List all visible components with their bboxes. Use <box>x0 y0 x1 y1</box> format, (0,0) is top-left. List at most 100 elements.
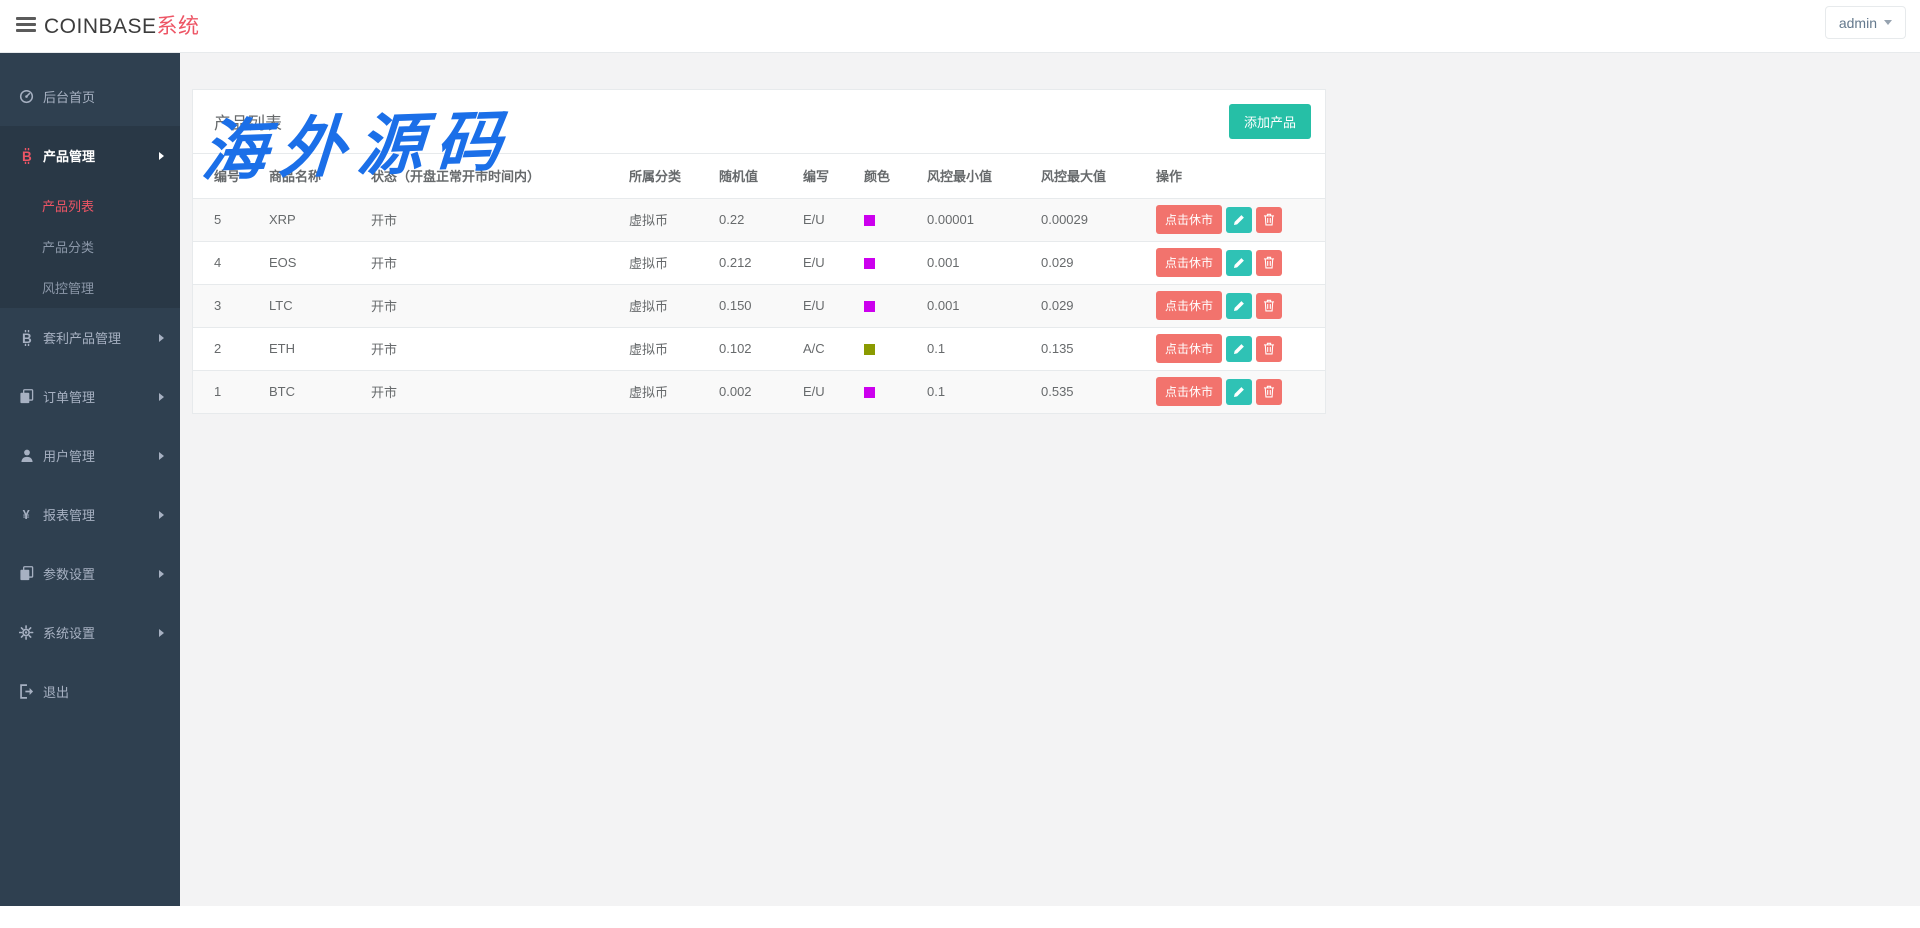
cell-min: 0.001 <box>919 241 1033 284</box>
user-name-label: admin <box>1839 15 1877 31</box>
cell-actions: 点击休市 <box>1148 370 1325 413</box>
edit-button[interactable] <box>1226 207 1252 233</box>
edit-button[interactable] <box>1226 250 1252 276</box>
cell-color <box>856 327 919 370</box>
cell-min: 0.1 <box>919 370 1033 413</box>
table-row: 1BTC开市虚拟币0.002E/U0.10.535点击休市 <box>193 370 1325 413</box>
chevron-right-icon <box>159 334 164 342</box>
table-row: 2ETH开市虚拟币0.102A/C0.10.135点击休市 <box>193 327 1325 370</box>
sidebar-subitem-risk-management[interactable]: 风控管理 <box>0 267 180 308</box>
color-swatch <box>864 344 875 355</box>
cell-name: LTC <box>261 284 363 327</box>
cell-id: 2 <box>193 327 261 370</box>
sidebar: 后台首页 B 产品管理产品列表产品分类风控管理B套利产品管理订单管理用户管理 ¥报表管… <box>0 53 180 906</box>
edit-button[interactable] <box>1226 379 1252 405</box>
toggle-market-button[interactable]: 点击休市 <box>1156 377 1222 406</box>
sidebar-item-system-settings[interactable]: 系统设置 <box>0 603 180 662</box>
menu-toggle-button[interactable] <box>16 17 38 35</box>
table-row: 5XRP开市虚拟币0.22E/U0.000010.00029点击休市 <box>193 198 1325 241</box>
cell-abbr: E/U <box>795 370 856 413</box>
sidebar-item-arbitrage-product-management[interactable]: B套利产品管理 <box>0 308 180 367</box>
cell-random: 0.002 <box>711 370 795 413</box>
toggle-market-button[interactable]: 点击休市 <box>1156 291 1222 320</box>
cell-max: 0.00029 <box>1033 198 1148 241</box>
chevron-right-icon <box>159 152 164 160</box>
cell-category: 虚拟币 <box>621 370 711 413</box>
column-header: 状态（开盘正常开市时间内） <box>363 154 621 198</box>
bitcoin-icon: B <box>18 148 35 164</box>
sidebar-item-product-management[interactable]: B 产品管理 <box>0 126 180 185</box>
user-dropdown[interactable]: admin <box>1825 6 1906 39</box>
bitcoin-icon: B <box>18 330 35 346</box>
column-header: 商品名称 <box>261 154 363 198</box>
sidebar-item-user-management[interactable]: 用户管理 <box>0 426 180 485</box>
trash-icon <box>1263 213 1275 226</box>
cell-status: 开市 <box>363 327 621 370</box>
sidebar-item-label: 产品管理 <box>43 146 159 165</box>
toggle-market-button[interactable]: 点击休市 <box>1156 205 1222 234</box>
brand-secondary: 系统 <box>157 15 200 38</box>
sidebar-section-product-management: B 产品管理产品列表产品分类风控管理 <box>0 126 180 308</box>
product-list-card: 产品列表 添加产品 编号商品名称状态（开盘正常开市时间内）所属分类随机值编写颜色… <box>192 89 1326 414</box>
user-icon <box>18 448 35 463</box>
pencil-icon <box>1233 386 1245 398</box>
column-header: 编号 <box>193 154 261 198</box>
sidebar-item-label: 退出 <box>43 682 164 701</box>
delete-button[interactable] <box>1256 207 1282 233</box>
sidebar-subitem-product-list[interactable]: 产品列表 <box>0 185 180 226</box>
cell-actions: 点击休市 <box>1148 198 1325 241</box>
add-product-button[interactable]: 添加产品 <box>1229 104 1311 139</box>
column-header: 操作 <box>1148 154 1325 198</box>
sidebar-item-parameter-settings[interactable]: 参数设置 <box>0 544 180 603</box>
cell-category: 虚拟币 <box>621 241 711 284</box>
cell-color <box>856 241 919 284</box>
cell-actions: 点击休市 <box>1148 241 1325 284</box>
cell-name: ETH <box>261 327 363 370</box>
cell-category: 虚拟币 <box>621 284 711 327</box>
cell-min: 0.001 <box>919 284 1033 327</box>
cell-id: 1 <box>193 370 261 413</box>
cell-min: 0.1 <box>919 327 1033 370</box>
edit-button[interactable] <box>1226 293 1252 319</box>
cell-status: 开市 <box>363 284 621 327</box>
color-swatch <box>864 387 875 398</box>
sidebar-item-logout[interactable]: 退出 <box>0 662 180 721</box>
column-header: 风控最小值 <box>919 154 1033 198</box>
toggle-market-button[interactable]: 点击休市 <box>1156 334 1222 363</box>
pencil-icon <box>1233 343 1245 355</box>
svg-text:¥: ¥ <box>22 508 29 522</box>
sidebar-item-order-management[interactable]: 订单管理 <box>0 367 180 426</box>
svg-text:B: B <box>22 149 32 164</box>
cell-status: 开市 <box>363 370 621 413</box>
main-content: 海外源码 产品列表 添加产品 编号商品名称状态（开盘正常开市时间内）所属分类随机… <box>180 53 1920 906</box>
chevron-right-icon <box>159 452 164 460</box>
cell-abbr: E/U <box>795 284 856 327</box>
color-swatch <box>864 301 875 312</box>
pencil-icon <box>1233 300 1245 312</box>
sidebar-subitem-product-category[interactable]: 产品分类 <box>0 226 180 267</box>
trash-icon <box>1263 256 1275 269</box>
sidebar-item-dashboard[interactable]: 后台首页 <box>0 67 180 126</box>
pencil-icon <box>1233 214 1245 226</box>
delete-button[interactable] <box>1256 336 1282 362</box>
delete-button[interactable] <box>1256 293 1282 319</box>
cell-id: 3 <box>193 284 261 327</box>
cell-abbr: E/U <box>795 198 856 241</box>
delete-button[interactable] <box>1256 379 1282 405</box>
table-body: 5XRP开市虚拟币0.22E/U0.000010.00029点击休市4EOS开市… <box>193 198 1325 413</box>
signout-icon <box>18 684 35 699</box>
cell-random: 0.212 <box>711 241 795 284</box>
chevron-right-icon <box>159 629 164 637</box>
toggle-market-button[interactable]: 点击休市 <box>1156 248 1222 277</box>
sidebar-item-report-management[interactable]: ¥报表管理 <box>0 485 180 544</box>
cell-max: 0.029 <box>1033 284 1148 327</box>
edit-button[interactable] <box>1226 336 1252 362</box>
pencil-icon <box>1233 257 1245 269</box>
cell-abbr: A/C <box>795 327 856 370</box>
table-row: 4EOS开市虚拟币0.212E/U0.0010.029点击休市 <box>193 241 1325 284</box>
column-header: 随机值 <box>711 154 795 198</box>
cell-min: 0.00001 <box>919 198 1033 241</box>
delete-button[interactable] <box>1256 250 1282 276</box>
sidebar-item-label: 用户管理 <box>43 446 159 465</box>
hamburger-icon <box>16 17 36 20</box>
